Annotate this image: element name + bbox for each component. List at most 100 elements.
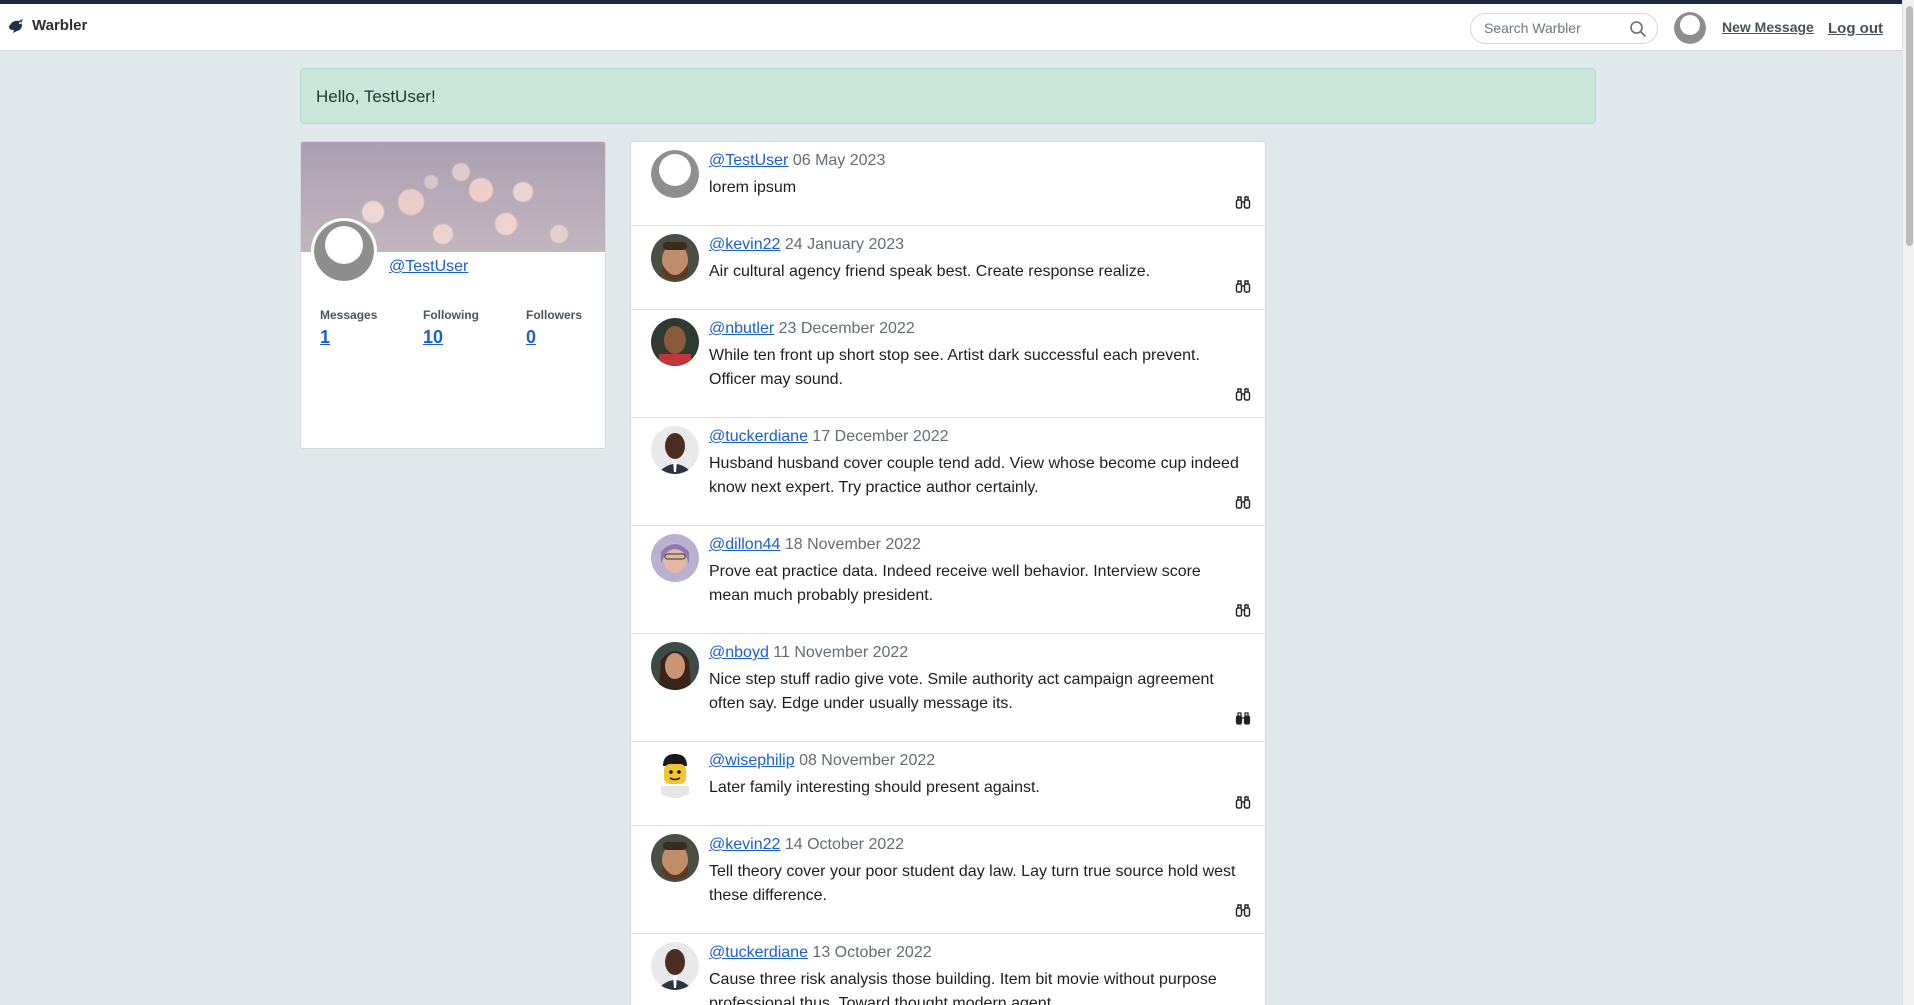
profile-card: @TestUser Messages 1 Following 10 Follow… [300,141,606,449]
user-avatar[interactable] [651,534,699,582]
message-user-link[interactable]: @tuckerdiane [709,944,808,961]
brand-name: Warbler [32,17,88,34]
user-avatar[interactable] [651,750,699,798]
message-text: Tell theory cover your poor student day … [709,863,1236,904]
message-date: 18 November 2022 [784,536,921,553]
nav-avatar[interactable] [1674,12,1706,44]
message-user-link[interactable]: @kevin22 [709,836,780,853]
stat-following: Following 10 [423,308,526,348]
binoculars-icon[interactable] [1235,902,1251,918]
message-date: 14 October 2022 [784,836,905,853]
message-user-link[interactable]: @nbutler [709,320,774,337]
message-text: Cause three risk analysis those building… [709,971,1217,1005]
default-avatar[interactable] [651,150,699,198]
logout-link[interactable]: Log out [1828,20,1883,37]
stat-following-count[interactable]: 10 [423,327,443,348]
stat-label: Following [423,308,479,322]
message-item[interactable]: @kevin22 14 October 2022 Tell theory cov… [631,826,1265,934]
message-user-link[interactable]: @dillon44 [709,536,780,553]
binoculars-icon[interactable] [1235,794,1251,810]
search-box [1470,13,1658,44]
message-text: lorem ipsum [709,179,797,196]
message-user-link[interactable]: @kevin22 [709,236,780,253]
message-item[interactable]: @tuckerdiane 17 December 2022 Husband hu… [631,418,1265,526]
message-text: Husband husband cover couple tend add. V… [709,455,1239,496]
message-header: @wisephilip 08 November 2022 [709,752,935,770]
search-icon[interactable] [1629,20,1647,38]
user-avatar[interactable] [651,642,699,690]
message-user-link[interactable]: @nboyd [709,644,769,661]
message-header: @tuckerdiane 13 October 2022 [709,944,932,962]
brand-link[interactable]: Warbler [8,17,87,34]
new-message-link[interactable]: New Message [1722,19,1814,35]
stat-followers: Followers 0 [526,308,605,348]
message-user-link[interactable]: @wisephilip [709,752,795,769]
message-text: While ten front up short stop see. Artis… [709,347,1200,388]
stat-label: Messages [320,308,378,322]
user-photo-icon [651,234,699,282]
message-date: 24 January 2023 [784,236,905,253]
message-item[interactable]: @wisephilip 08 November 2022 Later famil… [631,742,1265,826]
message-item[interactable]: @TestUser 06 May 2023 lorem ipsum [631,142,1265,226]
user-photo-icon [651,534,699,582]
user-photo-icon [651,318,699,366]
message-user-link[interactable]: @TestUser [709,152,788,169]
stat-label: Followers [526,308,583,322]
binoculars-filled-icon[interactable] [1235,710,1251,726]
message-text: Nice step stuff radio give vote. Smile a… [709,671,1214,712]
binoculars-icon[interactable] [1235,494,1251,510]
binoculars-icon[interactable] [1235,278,1251,294]
message-text: Air cultural agency friend speak best. C… [709,263,1151,280]
user-avatar[interactable] [651,234,699,282]
binoculars-icon[interactable] [1235,386,1251,402]
default-avatar-icon [1674,12,1706,44]
page-scrollbar[interactable] [1902,0,1914,1005]
message-header: @kevin22 14 October 2022 [709,836,904,854]
navbar: Warbler New Message Log out [0,4,1902,51]
stat-messages-count[interactable]: 1 [320,327,330,348]
user-avatar[interactable] [651,834,699,882]
message-header: @TestUser 06 May 2023 [709,152,885,170]
search-input[interactable] [1484,20,1624,36]
binoculars-icon[interactable] [1235,602,1251,618]
message-date: 08 November 2022 [799,752,936,769]
binoculars-icon[interactable] [1235,194,1251,210]
message-header: @nbutler 23 December 2022 [709,320,915,338]
message-text: Later family interesting should present … [709,779,1040,796]
message-feed: @TestUser 06 May 2023 lorem ipsum @kevin… [630,141,1266,1005]
profile-avatar[interactable] [311,218,377,284]
warbler-logo-icon [9,18,23,33]
message-text: Prove eat practice data. Indeed receive … [709,563,1201,604]
user-photo-icon [651,426,699,474]
message-date: 23 December 2022 [778,320,915,337]
default-avatar-icon [651,150,699,198]
default-avatar-icon [314,221,374,281]
message-header: @dillon44 18 November 2022 [709,536,921,554]
stat-messages: Messages 1 [320,308,423,348]
user-avatar[interactable] [651,318,699,366]
message-date: 11 November 2022 [773,644,909,661]
user-avatar[interactable] [651,942,699,990]
user-photo-icon [651,942,699,990]
message-item[interactable]: @nbutler 23 December 2022 While ten fron… [631,310,1265,418]
profile-stats: Messages 1 Following 10 Followers 0 [320,308,605,348]
lego-figure-icon [651,750,699,798]
message-item[interactable]: @tuckerdiane 13 October 2022 Cause three… [631,934,1265,1005]
message-date: 13 October 2022 [812,944,932,961]
profile-handle-link[interactable]: @TestUser [389,258,468,276]
scrollbar-thumb[interactable] [1906,6,1913,246]
user-photo-icon [651,642,699,690]
stat-followers-count[interactable]: 0 [526,327,536,348]
message-header: @kevin22 24 January 2023 [709,236,904,254]
message-date: 17 December 2022 [812,428,949,445]
message-user-link[interactable]: @tuckerdiane [709,428,808,445]
message-item[interactable]: @dillon44 18 November 2022 Prove eat pra… [631,526,1265,634]
alert-text: Hello, TestUser! [316,87,436,106]
user-avatar[interactable] [651,426,699,474]
message-date: 06 May 2023 [792,152,886,169]
message-header: @nboyd 11 November 2022 [709,644,908,662]
user-photo-icon [651,834,699,882]
message-item[interactable]: @nboyd 11 November 2022 Nice step stuff … [631,634,1265,742]
message-header: @tuckerdiane 17 December 2022 [709,428,949,446]
message-item[interactable]: @kevin22 24 January 2023 Air cultural ag… [631,226,1265,310]
